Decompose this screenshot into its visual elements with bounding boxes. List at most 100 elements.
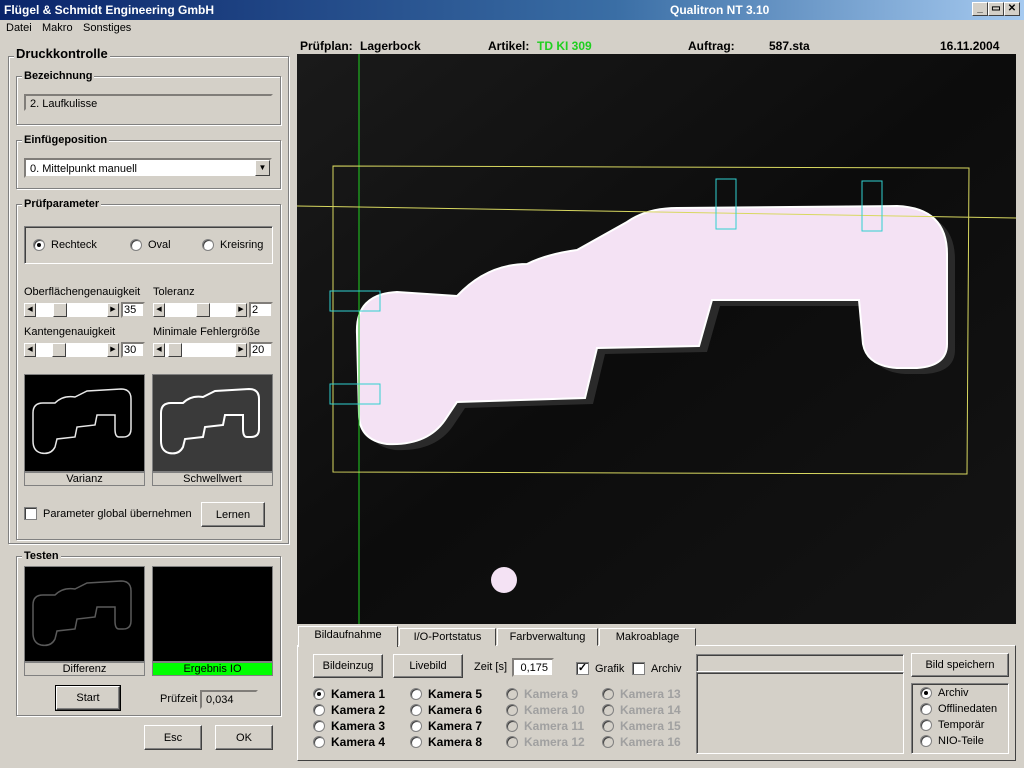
slider-toleranz[interactable]: ◀ ▶ 2 — [153, 302, 273, 318]
slider-thumb[interactable] — [53, 303, 67, 317]
menu-makro[interactable]: Makro — [42, 22, 73, 34]
chevron-down-icon[interactable]: ▼ — [255, 160, 270, 176]
save-target-offlinedaten[interactable]: Offlinedaten — [920, 703, 997, 715]
kamera-3-radio[interactable]: Kamera 3 — [313, 719, 385, 733]
global-parameter-label: Parameter global übernehmen — [43, 507, 192, 520]
arrow-left-icon[interactable]: ◀ — [24, 303, 36, 317]
ergebnis-status-badge: Ergebnis IO — [152, 662, 273, 676]
lernen-button[interactable]: Lernen — [201, 502, 265, 527]
slider-track[interactable] — [165, 343, 235, 357]
slider-thumb[interactable] — [196, 303, 210, 317]
bildeinzug-button[interactable]: Bildeinzug — [313, 654, 383, 678]
slider-value[interactable]: 2 — [249, 302, 273, 318]
part-outline-icon — [160, 387, 260, 455]
menu-datei[interactable]: Datei — [6, 22, 32, 34]
slider-value[interactable]: 35 — [121, 302, 145, 318]
kamera-15-radio: Kamera 15 — [602, 719, 681, 733]
kamera-8-radio[interactable]: Kamera 8 — [410, 735, 482, 749]
kamera-13-radio: Kamera 13 — [602, 687, 681, 701]
kamera-7-radio[interactable]: Kamera 7 — [410, 719, 482, 733]
info-bar: Prüfplan: Lagerbock Artikel: TD KI 309 A… — [297, 38, 1016, 54]
slider-track[interactable] — [36, 303, 107, 317]
checkbox-box[interactable] — [632, 662, 645, 675]
radio-dot — [602, 704, 614, 716]
arrow-right-icon[interactable]: ▶ — [235, 343, 247, 357]
kamera-label: Kamera 9 — [524, 687, 579, 701]
slider-thumb[interactable] — [168, 343, 182, 357]
kamera-label: Kamera 13 — [620, 687, 681, 701]
checkbox-box[interactable] — [24, 507, 37, 520]
kamera-2-radio[interactable]: Kamera 2 — [313, 703, 385, 717]
close-button[interactable]: ✕ — [1004, 2, 1020, 16]
radio-dot — [506, 720, 518, 732]
slider-fehlergroesse[interactable]: ◀ ▶ 20 — [153, 342, 273, 358]
slider-value[interactable]: 30 — [121, 342, 145, 358]
zeit-label: Zeit [s] — [474, 661, 508, 673]
radio-dot — [920, 735, 932, 747]
radio-dot — [410, 720, 422, 732]
arrow-right-icon[interactable]: ▶ — [235, 303, 247, 317]
einfuegeposition-select[interactable]: 0. Mittelpunkt manuell ▼ — [24, 158, 272, 178]
zeit-field[interactable]: 0,175 — [512, 658, 554, 677]
tab-io-portstatus[interactable]: I/O-Portstatus — [399, 628, 496, 646]
schwellwert-preview — [152, 374, 273, 472]
arrow-right-icon[interactable]: ▶ — [107, 303, 119, 317]
esc-button[interactable]: Esc — [144, 725, 202, 750]
slider-track[interactable] — [36, 343, 107, 357]
kamera-label: Kamera 7 — [428, 719, 483, 733]
einfuegeposition-value: 0. Mittelpunkt manuell — [30, 163, 137, 175]
kamera-5-radio[interactable]: Kamera 5 — [410, 687, 482, 701]
kamera-label: Kamera 4 — [331, 735, 386, 749]
grafik-checkbox[interactable]: ✓ Grafik — [576, 662, 624, 675]
livebild-button[interactable]: Livebild — [393, 654, 463, 678]
tab-bildaufnahme[interactable]: Bildaufnahme — [298, 626, 398, 647]
kamera-label: Kamera 5 — [428, 687, 483, 701]
tab-makroablage[interactable]: Makroablage — [599, 628, 696, 646]
kamera-label: Kamera 11 — [524, 719, 585, 733]
artikel-label: Artikel: — [488, 39, 530, 53]
differenz-caption: Differenz — [24, 662, 145, 676]
arrow-left-icon[interactable]: ◀ — [24, 343, 36, 357]
kamera-4-radio[interactable]: Kamera 4 — [313, 735, 385, 749]
save-target-archiv[interactable]: Archiv — [920, 687, 969, 699]
save-target-nio-teile[interactable]: NIO-Teile — [920, 735, 984, 747]
auftrag-value: 587.sta — [769, 39, 810, 53]
archiv-checkbox[interactable]: Archiv — [632, 662, 682, 675]
slider-value[interactable]: 20 — [249, 342, 273, 358]
progress-bar — [696, 654, 904, 672]
radio-dot — [506, 704, 518, 716]
menu-bar: Datei Makro Sonstiges — [0, 20, 1024, 38]
arrow-right-icon[interactable]: ▶ — [107, 343, 119, 357]
restore-button[interactable]: ▭ — [988, 2, 1004, 16]
radio-dot — [602, 688, 614, 700]
start-button[interactable]: Start — [55, 685, 121, 711]
ok-button[interactable]: OK — [215, 725, 273, 750]
radio-dot — [313, 688, 325, 700]
minimize-button[interactable]: _ — [972, 2, 988, 16]
kamera-1-radio[interactable]: Kamera 1 — [313, 687, 385, 701]
tab-farbverwaltung[interactable]: Farbverwaltung — [497, 628, 598, 646]
bild-speichern-button[interactable]: Bild speichern — [911, 653, 1009, 677]
radio-rechteck[interactable]: Rechteck — [33, 239, 97, 251]
slider-kanten[interactable]: ◀ ▶ 30 — [24, 342, 145, 358]
radio-dot — [410, 704, 422, 716]
checkbox-box[interactable]: ✓ — [576, 662, 589, 675]
radio-kreisring[interactable]: Kreisring — [202, 239, 263, 251]
arrow-left-icon[interactable]: ◀ — [153, 343, 165, 357]
part-outline-icon — [32, 580, 132, 647]
radio-dot — [506, 736, 518, 748]
global-parameter-checkbox[interactable]: Parameter global übernehmen — [24, 507, 192, 520]
slider-label-kanten: Kantengenauigkeit — [24, 326, 116, 338]
slider-oberflaeche[interactable]: ◀ ▶ 35 — [24, 302, 145, 318]
kamera-12-radio: Kamera 12 — [506, 735, 585, 749]
slider-thumb[interactable] — [52, 343, 66, 357]
save-target-temporaer[interactable]: Temporär — [920, 719, 984, 731]
radio-oval[interactable]: Oval — [130, 239, 171, 251]
grafik-label: Grafik — [595, 662, 625, 675]
slider-track[interactable] — [165, 303, 235, 317]
arrow-left-icon[interactable]: ◀ — [153, 303, 165, 317]
camera-image[interactable] — [297, 54, 1016, 624]
menu-sonstiges[interactable]: Sonstiges — [83, 22, 131, 34]
kamera-6-radio[interactable]: Kamera 6 — [410, 703, 482, 717]
bezeichnung-field[interactable]: 2. Laufkulisse — [24, 94, 273, 111]
